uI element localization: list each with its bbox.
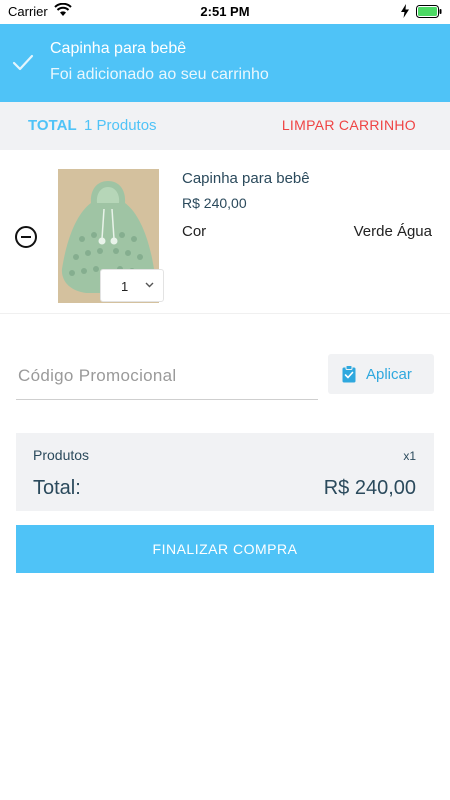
status-bar: Carrier 2:51 PM xyxy=(0,0,450,24)
color-value: Verde Água xyxy=(353,223,432,240)
product-price: R$ 240,00 xyxy=(182,195,247,211)
total-label: TOTAL xyxy=(28,117,77,134)
products-label: Produtos xyxy=(33,447,90,463)
notification-title: Capinha para bebê xyxy=(50,40,187,57)
order-summary: Produtos x1 Total: R$ 240,00 xyxy=(16,433,434,511)
quantity-select[interactable]: 1 xyxy=(100,269,164,302)
clock: 2:51 PM xyxy=(200,4,250,19)
color-label: Cor xyxy=(182,223,207,240)
apply-label: Aplicar xyxy=(366,366,412,383)
quantity-value: 1 xyxy=(121,279,129,294)
cart-item: 1 Capinha para bebê R$ 240,00 Cor Verde … xyxy=(0,150,450,314)
checkout-button[interactable]: FINALIZAR COMPRA xyxy=(16,525,434,573)
product-name: Capinha para bebê xyxy=(182,170,310,187)
promo-code-input[interactable] xyxy=(16,352,318,400)
products-quantity: x1 xyxy=(403,449,416,463)
cart-header: TOTAL 1 Produtos LIMPAR CARRINHO xyxy=(0,102,450,150)
charging-icon xyxy=(401,4,409,18)
apply-promo-button[interactable]: Aplicar xyxy=(328,354,434,394)
notification-message: Foi adicionado ao seu carrinho xyxy=(50,66,269,83)
battery-icon xyxy=(416,5,442,18)
total-value: R$ 240,00 xyxy=(323,477,416,499)
clear-cart-button[interactable]: LIMPAR CARRINHO xyxy=(282,117,416,133)
added-to-cart-notification[interactable]: Capinha para bebê Foi adicionado ao seu … xyxy=(0,24,450,102)
chevron-down-icon xyxy=(145,282,154,288)
clipboard-check-icon xyxy=(342,365,356,383)
checkmark-icon xyxy=(12,54,34,71)
total-label: Total: xyxy=(33,477,81,499)
items-count: 1 Produtos xyxy=(84,117,157,134)
remove-item-button[interactable] xyxy=(15,226,37,248)
